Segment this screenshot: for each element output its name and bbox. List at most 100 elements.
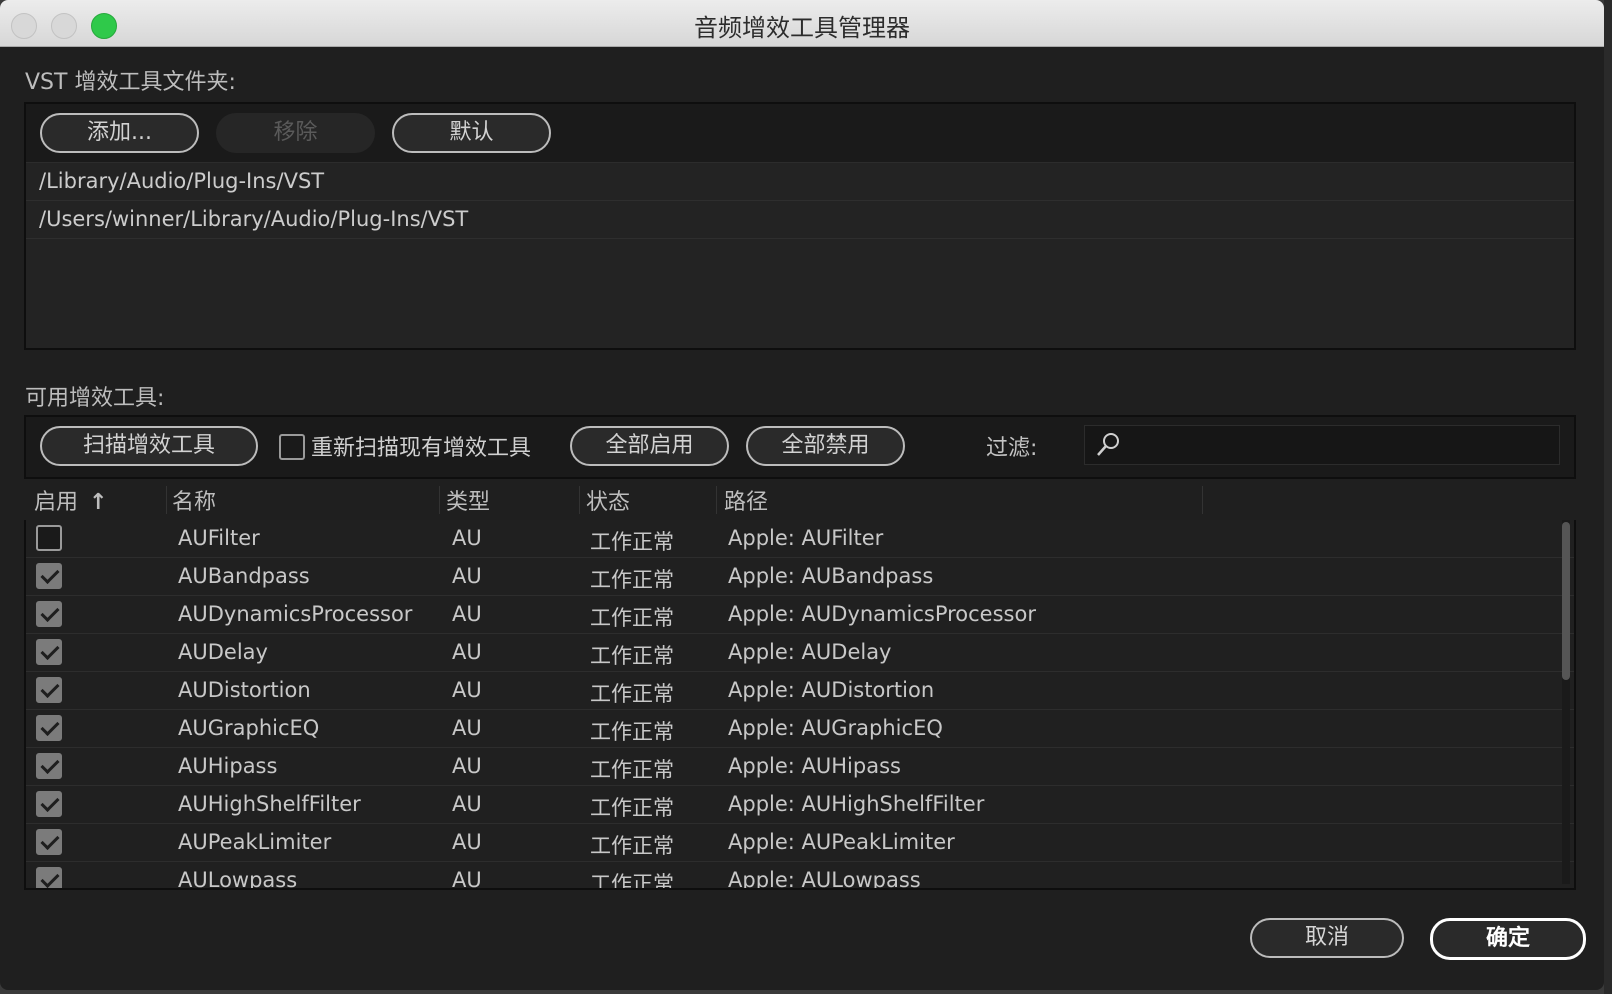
window-title: 音频增效工具管理器 [694, 14, 910, 42]
cell-status: 工作正常 [590, 720, 674, 744]
sort-ascending-icon: ↑ [89, 490, 108, 515]
cell-path: Apple: AUDynamicsProcessor [728, 602, 1036, 626]
enable-plugin-checkbox[interactable] [36, 867, 62, 888]
table-row[interactable]: AUHipass AU 工作正常 Apple: AUHipass [26, 748, 1574, 786]
enable-plugin-checkbox[interactable] [36, 715, 62, 741]
cell-status: 工作正常 [590, 644, 674, 668]
enable-plugin-checkbox[interactable] [36, 563, 62, 589]
enable-plugin-checkbox[interactable] [36, 677, 62, 703]
filter-label: 过滤: [986, 436, 1038, 461]
cell-status: 工作正常 [590, 834, 674, 858]
cell-type: AU [452, 640, 482, 664]
plugins-table-rows: AUFilter AU 工作正常 Apple: AUFilter AUBandpass A… [26, 520, 1574, 890]
cell-type: AU [452, 716, 482, 740]
default-folders-button[interactable]: 默认 [392, 113, 551, 153]
column-divider[interactable] [1202, 486, 1203, 514]
background-window-edge [1604, 0, 1612, 994]
vst-path-item[interactable]: /Users/winner/Library/Audio/Plug-Ins/VST [26, 201, 1574, 239]
cell-status: 工作正常 [590, 872, 674, 890]
column-type[interactable]: 类型 [446, 484, 490, 516]
table-row[interactable]: AULowpass AU 工作正常 Apple: AULowpass [26, 862, 1574, 890]
remove-folder-button[interactable]: 移除 [216, 113, 375, 153]
plugins-table: AUFilter AU 工作正常 Apple: AUFilter AUBandpass A… [24, 520, 1576, 890]
enable-plugin-checkbox[interactable] [36, 525, 62, 551]
plugins-toolbar: 扫描增效工具 重新扫描现有增效工具 全部启用 全部禁用 过滤: [24, 415, 1576, 479]
enable-plugin-checkbox[interactable] [36, 601, 62, 627]
cell-name: AUDistortion [178, 678, 311, 702]
cell-name: AUHipass [178, 754, 278, 778]
cell-name: AUGraphicEQ [178, 716, 320, 740]
disable-all-button[interactable]: 全部禁用 [746, 426, 905, 466]
cell-type: AU [452, 602, 482, 626]
enable-plugin-checkbox[interactable] [36, 791, 62, 817]
cell-path: Apple: AUFilter [728, 526, 884, 550]
cell-name: AUDynamicsProcessor [178, 602, 413, 626]
cell-name: AULowpass [178, 868, 298, 890]
enable-plugin-checkbox[interactable] [36, 753, 62, 779]
cell-name: AUDelay [178, 640, 268, 664]
table-row[interactable]: AUBandpass AU 工作正常 Apple: AUBandpass [26, 558, 1574, 596]
title-bar: 音频增效工具管理器 [0, 0, 1604, 47]
cell-status: 工作正常 [590, 682, 674, 706]
cell-path: Apple: AUGraphicEQ [728, 716, 943, 740]
plugin-manager-dialog: 音频增效工具管理器 VST 增效工具文件夹: 添加... 移除 默认 /Libr… [0, 0, 1604, 990]
cell-path: Apple: AULowpass [728, 868, 921, 890]
cell-status: 工作正常 [590, 758, 674, 782]
cell-type: AU [452, 678, 482, 702]
enable-plugin-checkbox[interactable] [36, 829, 62, 855]
search-icon [1097, 433, 1119, 456]
cell-type: AU [452, 868, 482, 890]
add-folder-button[interactable]: 添加... [40, 113, 199, 153]
table-row[interactable]: AUDelay AU 工作正常 Apple: AUDelay [26, 634, 1574, 672]
column-divider[interactable] [166, 486, 167, 514]
cell-type: AU [452, 792, 482, 816]
table-scrollbar[interactable] [1562, 520, 1570, 884]
cell-status: 工作正常 [590, 606, 674, 630]
column-enabled-label: 启用 [34, 490, 79, 515]
cell-name: AUFilter [178, 526, 260, 550]
cell-name: AUBandpass [178, 564, 310, 588]
vst-toolbar: 添加... 移除 默认 [26, 104, 1574, 163]
table-row[interactable]: AUHighShelfFilter AU 工作正常 Apple: AUHighShel… [26, 786, 1574, 824]
table-row[interactable]: AUGraphicEQ AU 工作正常 Apple: AUGraphicEQ [26, 710, 1574, 748]
enable-all-button[interactable]: 全部启用 [570, 426, 729, 466]
ok-button[interactable]: 确定 [1430, 918, 1586, 960]
filter-search-input[interactable] [1084, 425, 1560, 465]
column-divider[interactable] [579, 486, 580, 514]
cell-path: Apple: AUHipass [728, 754, 901, 778]
cell-type: AU [452, 830, 482, 854]
cell-status: 工作正常 [590, 796, 674, 820]
column-enabled[interactable]: 启用 ↑ [34, 484, 107, 516]
table-row[interactable]: AUDynamicsProcessor AU 工作正常 Apple: AUDynami… [26, 596, 1574, 634]
available-plugins-label: 可用增效工具: [25, 386, 165, 411]
cell-path: Apple: AUHighShelfFilter [728, 792, 985, 816]
cell-status: 工作正常 [590, 568, 674, 592]
cell-path: Apple: AUPeakLimiter [728, 830, 955, 854]
vst-path-item[interactable]: /Library/Audio/Plug-Ins/VST [26, 163, 1574, 201]
rescan-existing-checkbox[interactable] [279, 434, 305, 460]
cell-name: AUHighShelfFilter [178, 792, 361, 816]
scrollbar-thumb[interactable] [1562, 522, 1570, 680]
table-row[interactable]: AUPeakLimiter AU 工作正常 Apple: AUPeakLimiter [26, 824, 1574, 862]
column-status[interactable]: 状态 [586, 484, 630, 516]
table-row[interactable]: AUDistortion AU 工作正常 Apple: AUDistortion [26, 672, 1574, 710]
table-row[interactable]: AUFilter AU 工作正常 Apple: AUFilter [26, 520, 1574, 558]
column-divider[interactable] [439, 486, 440, 514]
cancel-button[interactable]: 取消 [1250, 918, 1404, 958]
cell-type: AU [452, 754, 482, 778]
cell-type: AU [452, 564, 482, 588]
cell-name: AUPeakLimiter [178, 830, 332, 854]
cell-status: 工作正常 [590, 530, 674, 554]
rescan-existing-label: 重新扫描现有增效工具 [311, 436, 532, 461]
cell-type: AU [452, 526, 482, 550]
vst-path-list: /Library/Audio/Plug-Ins/VST/Users/winner… [26, 163, 1574, 239]
enable-plugin-checkbox[interactable] [36, 639, 62, 665]
cell-path: Apple: AUBandpass [728, 564, 934, 588]
vst-folders-label: VST 增效工具文件夹: [25, 70, 236, 95]
plugins-table-header: 启用 ↑ 名称 类型 状态 路径 [24, 480, 1572, 520]
scan-plugins-button[interactable]: 扫描增效工具 [40, 426, 258, 466]
vst-folders-panel: 添加... 移除 默认 /Library/Audio/Plug-Ins/VST /… [24, 102, 1576, 350]
column-divider[interactable] [716, 486, 717, 514]
column-path[interactable]: 路径 [724, 484, 768, 516]
column-name[interactable]: 名称 [172, 484, 216, 516]
